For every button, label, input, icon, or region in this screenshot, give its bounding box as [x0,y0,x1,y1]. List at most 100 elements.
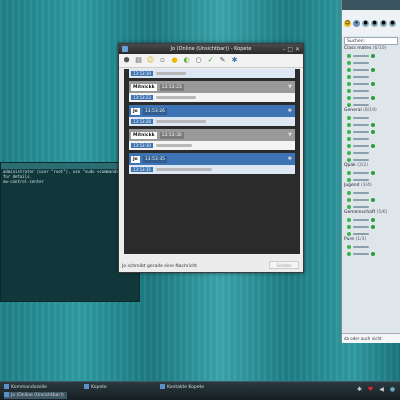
message-body: 13:53:19 [129,69,295,78]
contact-item[interactable] [342,189,400,196]
chat-title: Jo (Online (Unsichtbar)) - Kopete [170,46,252,52]
contact-group[interactable]: Qpak (2/2) [342,163,400,183]
contact-search-field[interactable]: Suchen: [344,37,398,45]
contact-item[interactable] [342,156,400,163]
contact-item[interactable] [342,101,400,108]
message: Mitnickk 13:53:30 ▼ 13:53:30 [129,129,295,150]
taskbar-item[interactable]: Kontakte Kopete [160,384,204,391]
contact-item[interactable] [342,243,400,250]
contact-item[interactable] [342,52,400,59]
taskbar-item-active[interactable]: Jo (Online (Unsichtbar)) [4,392,67,399]
contact-item[interactable] [342,203,400,210]
user-icon[interactable]: ● [380,19,387,27]
group-name: Class mates [344,46,372,51]
message-body: 13:53:35 [129,165,295,174]
contact-item[interactable] [342,128,400,135]
taskbar-item[interactable]: Kopete [84,384,107,391]
taskbar: Kommandozeile Kopete Kontakte Kopete Jo … [0,381,400,400]
contact-item[interactable] [342,149,400,156]
message: Jo 13:53:26 ✱ 13:53:28 [129,105,295,126]
heart-icon[interactable]: ♥ [367,386,374,393]
contact-item[interactable] [342,135,400,142]
globe-icon[interactable]: ● [389,386,396,393]
message-sender: Jo [131,155,140,163]
group-name: Qpak [344,163,356,168]
message: 13:53:19 [129,69,295,78]
spell-icon[interactable]: ✓ [206,56,215,65]
network-icon[interactable]: ✱ [356,386,363,393]
message-header: Mitnickk 13:53:30 ▼ [129,129,295,141]
kopete-app-icon [122,46,128,52]
send-button[interactable]: Senden [269,261,299,269]
message-body: 13:53:23 [129,93,295,102]
message-header: Mitnickk 13:53:23 ▼ [129,81,295,93]
color-icon[interactable]: ● [170,56,179,65]
message-sub-time: 13:53:19 [131,71,153,76]
contact-group[interactable]: Class mates (6/10) [342,46,400,108]
contact-item[interactable] [342,216,400,223]
add-contact-icon[interactable]: + [353,19,360,27]
settings-icon[interactable]: ✱ [230,56,239,65]
send-icon[interactable]: ⬢ [122,56,131,65]
group-name: General [344,108,362,113]
system-tray: ✱ ♥ ◀ ● [356,386,396,393]
contact-item[interactable] [342,114,400,121]
contact-item[interactable] [342,230,400,237]
message-header: Jo 13:53:26 ✱ [129,105,295,117]
contact-item[interactable] [342,59,400,66]
contact-item[interactable] [342,80,400,87]
contact-item[interactable] [342,169,400,176]
circle-icon[interactable]: ○ [194,56,203,65]
contact-list-titlebar[interactable] [342,0,400,10]
chat-history[interactable]: 13:53:19 Mitnickk 13:53:23 ▼ 13:53:23 Jo… [124,69,300,254]
user-icon[interactable]: ● [389,19,396,27]
contact-item[interactable] [342,87,400,94]
contact-item[interactable] [342,223,400,230]
message: Mitnickk 13:53:23 ▼ 13:53:23 [129,81,295,102]
message-text [155,144,192,147]
smiley-icon[interactable]: ☺ [146,56,155,65]
contact-group[interactable]: Gemeinschaft (5/6) [342,210,400,237]
user-icon[interactable]: ● [362,19,369,27]
contact-item[interactable] [342,196,400,203]
contact-item[interactable] [342,121,400,128]
star-icon: ✱ [287,108,292,114]
group-name: Gemeinschaft [344,210,376,215]
window-controls[interactable]: – □ ✕ [282,45,300,55]
contact-item[interactable] [342,176,400,183]
contacts-icon [160,384,165,389]
chevron-down-icon: ▼ [288,84,292,90]
contact-item[interactable] [342,66,400,73]
contact-group[interactable]: Pure (1/3) [342,237,400,257]
group-count: (1/3) [355,237,367,242]
message-sender: Mitnickk [131,131,157,139]
chevron-down-icon: ▼ [288,132,292,138]
contacts-icon[interactable]: ▤ [134,56,143,65]
contact-item[interactable] [342,73,400,80]
taskbar-item-label: Kopete [91,385,107,390]
contact-item[interactable] [342,250,400,257]
bold-icon[interactable]: ▫ [158,56,167,65]
group-count: (6/10) [372,46,387,51]
contact-group[interactable]: Jugend (3/4) [342,183,400,210]
user-icon[interactable]: ● [371,19,378,27]
contact-item[interactable] [342,94,400,101]
contact-list-status[interactable]: da oder auch nicht [342,333,400,343]
message-text [155,72,186,75]
message-sub-time: 13:53:30 [131,143,153,148]
message-body: 13:53:30 [129,141,295,150]
taskbar-item-label: Kontakte Kopete [167,385,205,390]
chat-window[interactable]: Jo (Online (Unsichtbar)) - Kopete – □ ✕ … [118,43,304,273]
group-name: Pure [344,237,355,242]
taskbar-item[interactable]: Kommandozeile [4,384,47,391]
group-count: (5/6) [376,210,388,215]
chat-titlebar[interactable]: Jo (Online (Unsichtbar)) - Kopete – □ ✕ [119,44,303,54]
contact-group[interactable]: General (8/19) [342,108,400,163]
contact-list-window[interactable]: ☺ + ● ● ● ● Suchen: Class mates (6/10) G… [341,0,400,343]
message-time: 13:53:35 [142,155,167,163]
emoticon-icon[interactable]: ◐ [182,56,191,65]
contact-item[interactable] [342,142,400,149]
volume-icon[interactable]: ◀ [378,386,385,393]
edit-icon[interactable]: ✎ [218,56,227,65]
status-icon[interactable]: ☺ [344,19,351,27]
